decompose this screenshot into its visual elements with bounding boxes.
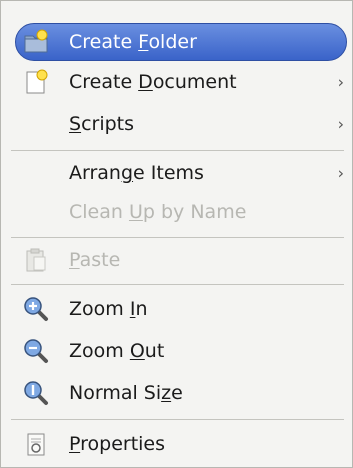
- menu-item-label: Zoom In: [69, 298, 148, 320]
- menu-item-create-folder[interactable]: Create Folder: [1, 25, 353, 59]
- submenu-arrow-icon: ›: [337, 114, 344, 134]
- zoom-out-icon: [23, 338, 49, 364]
- menu-item-label: Create Document: [69, 71, 237, 93]
- menu-item-label: Zoom Out: [69, 340, 165, 362]
- document-new-icon: [23, 69, 49, 95]
- menu-item-label: Create Folder: [69, 31, 197, 53]
- menu-separator: [11, 419, 344, 420]
- menu-item-scripts[interactable]: Scripts ›: [1, 107, 353, 141]
- menu-item-create-document[interactable]: Create Document ›: [1, 65, 353, 99]
- submenu-arrow-icon: ›: [337, 72, 344, 92]
- menu-item-normal-size[interactable]: Normal Size: [1, 376, 353, 410]
- menu-item-label: Normal Size: [69, 382, 183, 404]
- menu-separator: [11, 284, 344, 285]
- folder-new-icon: [23, 29, 49, 55]
- menu-item-zoom-in[interactable]: Zoom In: [1, 292, 353, 326]
- context-menu: Create Folder Create Document › Scripts …: [0, 0, 353, 468]
- menu-item-label: Paste: [69, 249, 121, 271]
- menu-item-label: Arrange Items: [69, 162, 204, 184]
- menu-item-label: Clean Up by Name: [69, 201, 247, 223]
- menu-item-arrange-items[interactable]: Arrange Items ›: [1, 156, 353, 190]
- menu-item-label: Properties: [69, 433, 166, 455]
- menu-item-clean-up-by-name: Clean Up by Name: [1, 195, 353, 229]
- paste-icon: [23, 247, 49, 273]
- properties-icon: [23, 431, 49, 457]
- zoom-in-icon: [23, 296, 49, 322]
- menu-item-properties[interactable]: Properties: [1, 427, 353, 461]
- menu-separator: [11, 150, 344, 151]
- menu-item-label: Scripts: [69, 113, 135, 135]
- zoom-normal-icon: [23, 380, 49, 406]
- submenu-arrow-icon: ›: [337, 163, 344, 183]
- menu-separator: [11, 237, 344, 238]
- menu-item-zoom-out[interactable]: Zoom Out: [1, 334, 353, 368]
- menu-item-paste: Paste: [1, 243, 353, 277]
